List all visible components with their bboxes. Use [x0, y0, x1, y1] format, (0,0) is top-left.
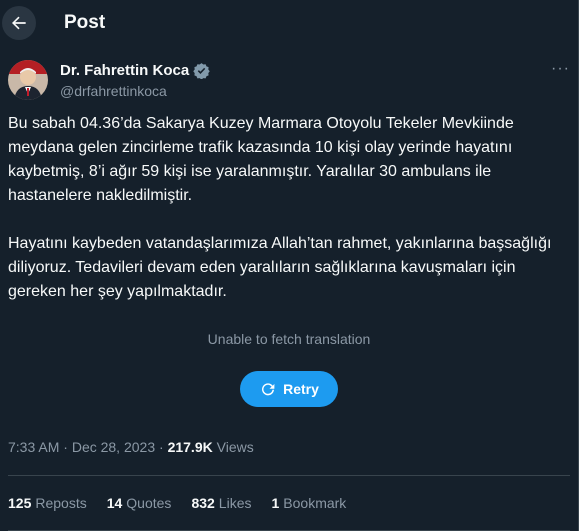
views-count: 217.9K: [167, 439, 213, 455]
author-info: Dr. Fahrettin Koca @drfahrettinkoca: [60, 62, 210, 99]
views-label: Views: [216, 439, 254, 455]
author-row: Dr. Fahrettin Koca @drfahrettinkoca ···: [0, 46, 578, 110]
retry-button[interactable]: Retry: [240, 371, 338, 407]
meta-separator: ·: [59, 439, 72, 455]
arrow-left-icon: [12, 16, 26, 30]
name-row: Dr. Fahrettin Koca: [60, 62, 210, 79]
author-name[interactable]: Dr. Fahrettin Koca: [60, 62, 189, 79]
bookmarks-stat[interactable]: 1 Bookmark: [271, 495, 346, 511]
engagement-stats: 125 Reposts 14 Quotes 832 Likes 1 Bookmark: [0, 476, 578, 530]
post-meta: 7:33 AM · Dec 28, 2023 · 217.9K Views: [0, 439, 578, 461]
post-time[interactable]: 7:33 AM: [8, 439, 59, 455]
post-text: Bu sabah 04.36’da Sakarya Kuzey Marmara …: [0, 112, 578, 304]
retry-row: Retry: [0, 371, 578, 407]
bookmarks-count: 1: [271, 495, 280, 511]
reposts-count: 125: [8, 495, 32, 511]
quotes-label: Quotes: [126, 495, 172, 511]
bookmarks-label: Bookmark: [283, 495, 347, 511]
post-paragraph: Hayatını kaybeden vatandaşlarımıza Allah…: [8, 235, 552, 300]
post-page: Post Dr. Fahrettin Koca @drfahrettinkoca…: [0, 0, 579, 531]
quotes-stat[interactable]: 14 Quotes: [107, 495, 172, 511]
post-date[interactable]: Dec 28, 2023: [72, 439, 155, 455]
meta-separator: ·: [155, 439, 168, 455]
quotes-count: 14: [106, 495, 123, 511]
avatar[interactable]: [8, 60, 48, 100]
author-handle[interactable]: @drfahrettinkoca: [60, 83, 210, 99]
likes-count: 832: [191, 495, 215, 511]
top-bar: Post: [0, 0, 578, 46]
verified-badge-icon: [193, 63, 210, 79]
back-button[interactable]: [2, 6, 36, 40]
page-title: Post: [64, 12, 106, 33]
reposts-stat[interactable]: 125 Reposts: [8, 495, 87, 511]
translation-status: Unable to fetch translation: [207, 331, 371, 347]
likes-stat[interactable]: 832 Likes: [191, 495, 251, 511]
refresh-icon: [262, 383, 275, 396]
post-paragraph: Bu sabah 04.36’da Sakarya Kuzey Marmara …: [8, 115, 514, 204]
retry-label: Retry: [283, 381, 319, 397]
likes-label: Likes: [218, 495, 252, 511]
reposts-label: Reposts: [35, 495, 87, 511]
more-options-button[interactable]: ···: [551, 60, 570, 78]
